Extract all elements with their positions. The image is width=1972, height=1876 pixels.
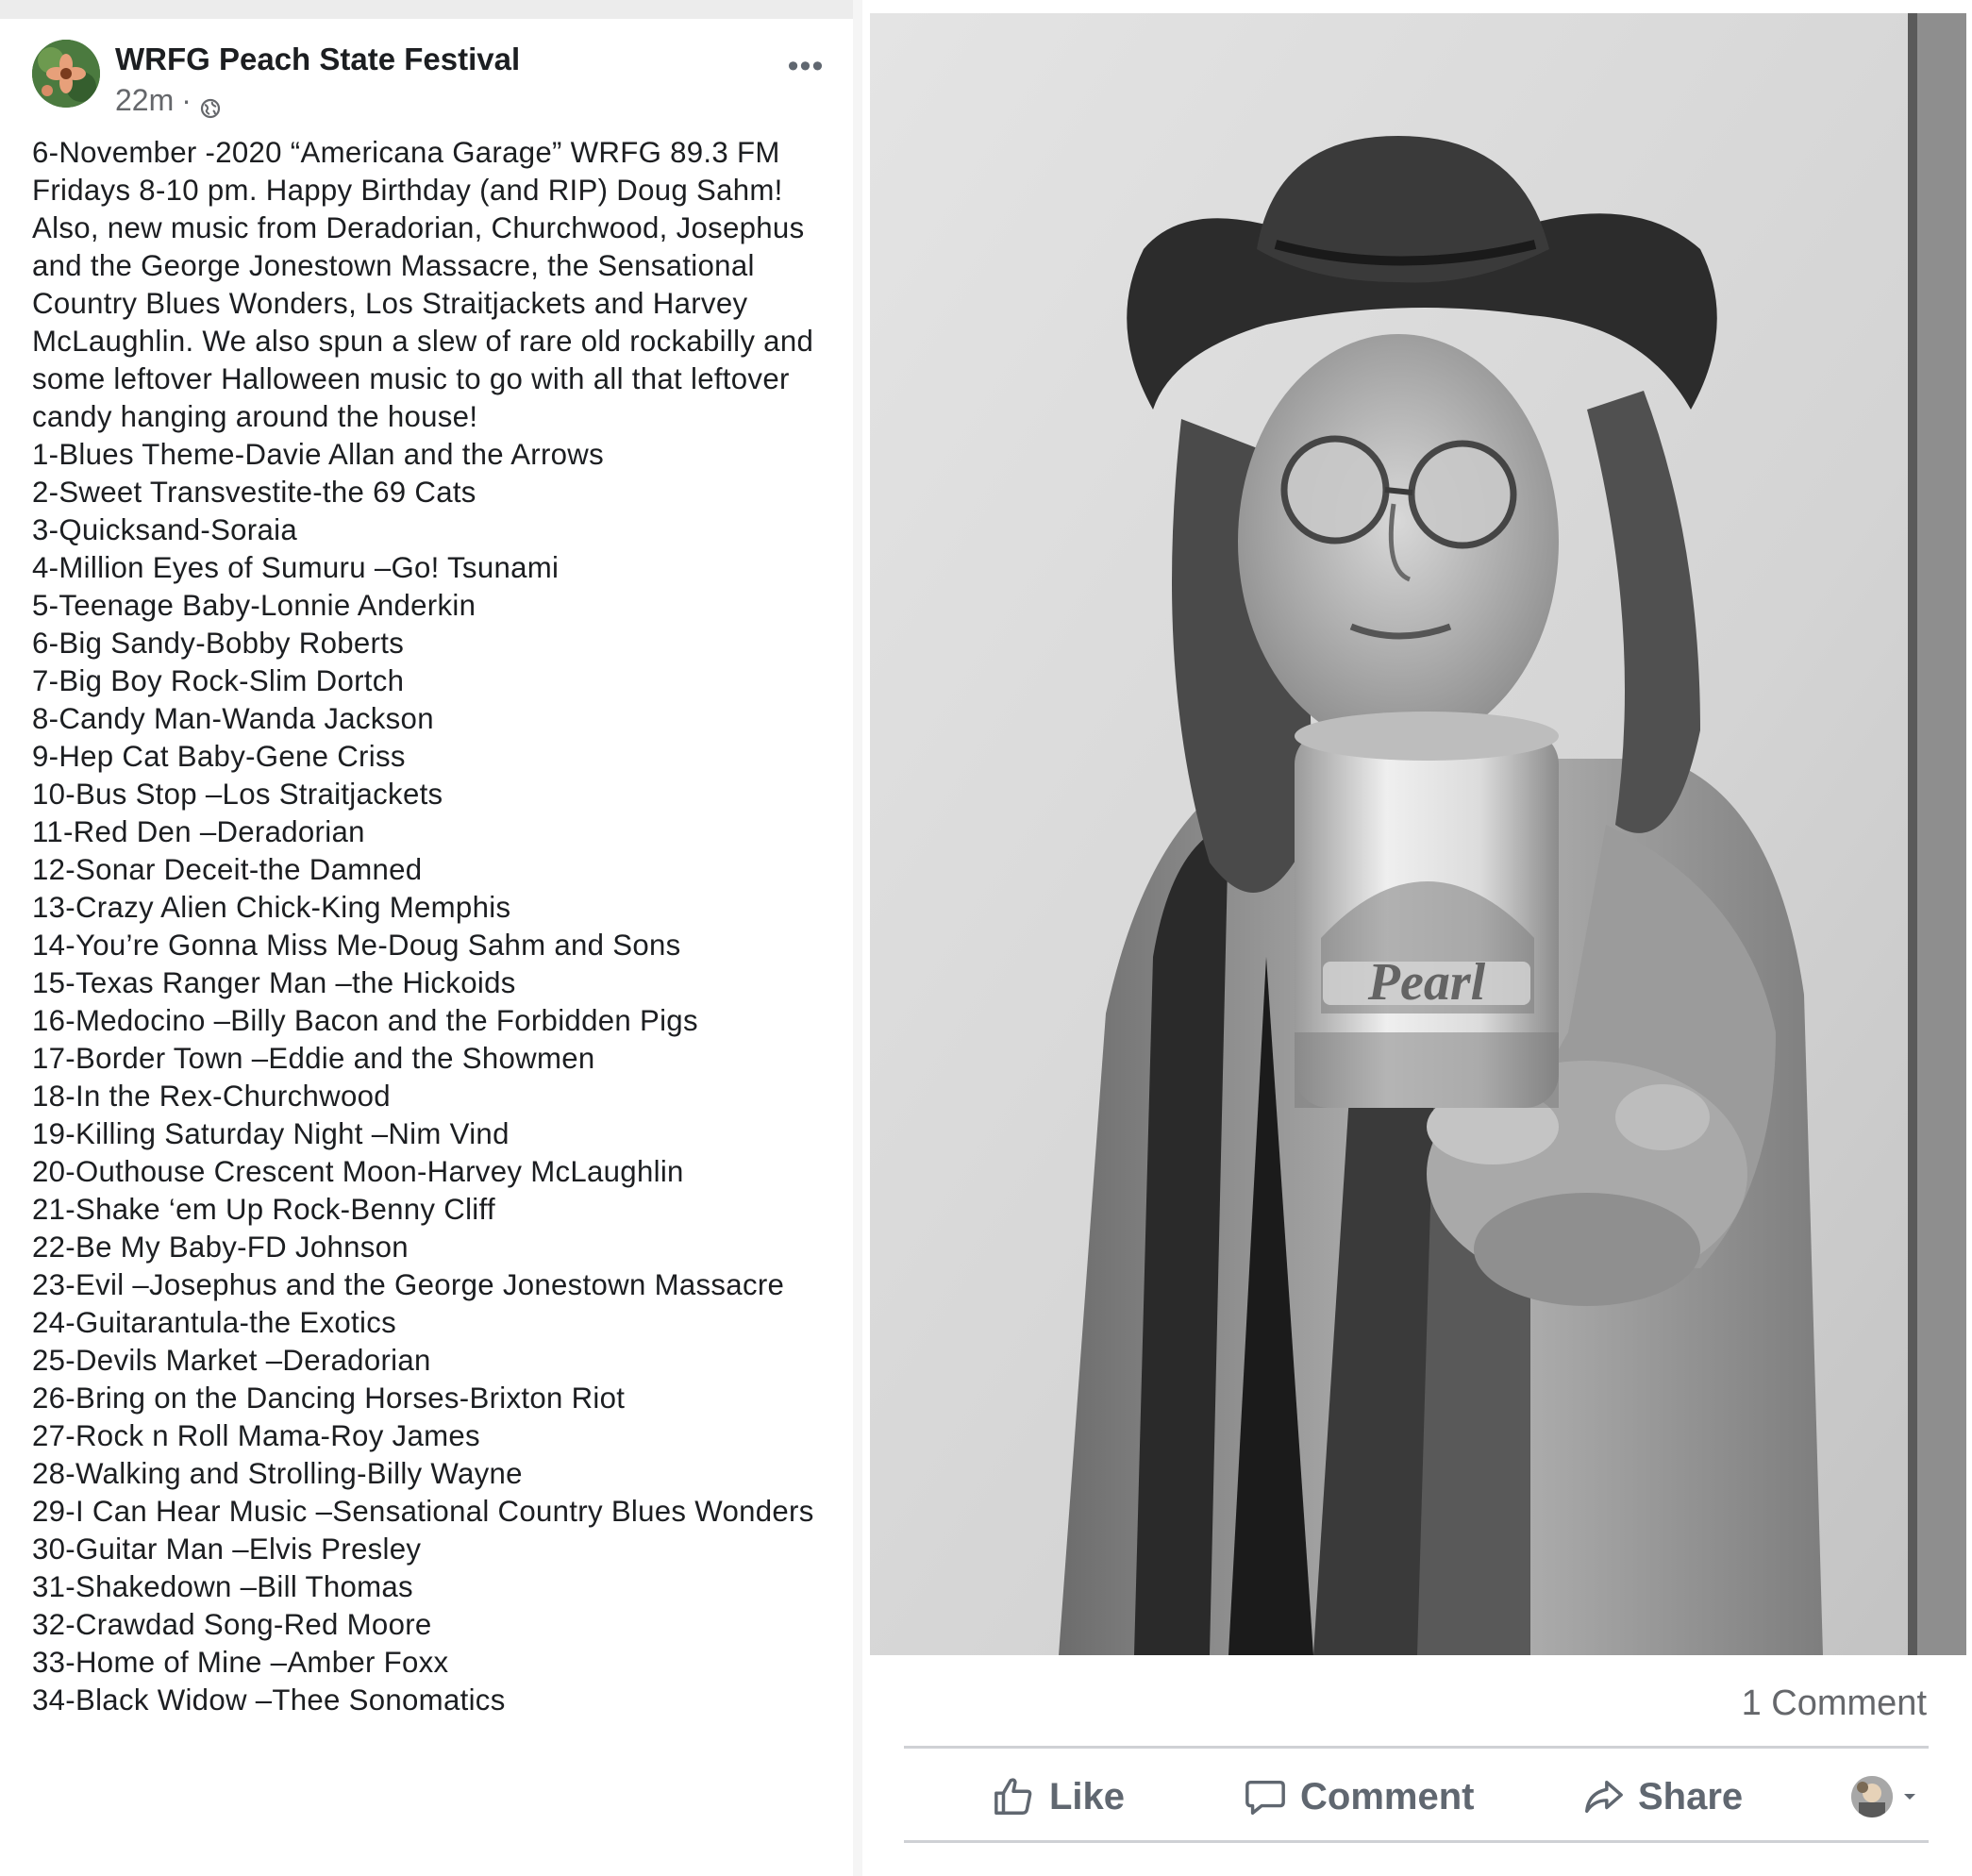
list-item: 3-Quicksand-Soraia — [32, 513, 298, 546]
beer-can-label: Pearl — [1367, 953, 1486, 1012]
list-item: 2-Sweet Transvestite-the 69 Cats — [32, 476, 476, 509]
speech-bubble-icon — [1245, 1780, 1285, 1815]
list-item: 5-Teenage Baby-Lonnie Anderkin — [32, 589, 476, 622]
list-item: 23-Evil –Josephus and the George Jonesto… — [32, 1268, 785, 1301]
list-item: 13-Crazy Alien Chick-King Memphis — [32, 891, 511, 924]
playlist: 1-Blues Theme-Davie Allan and the Arrows… — [32, 436, 844, 1719]
post-photo[interactable]: Pearl — [870, 13, 1966, 1655]
like-label: Like — [1049, 1775, 1126, 1817]
meta-separator: · — [181, 83, 192, 117]
post-meta: 22m · — [115, 83, 222, 118]
list-item: 8-Candy Man-Wanda Jackson — [32, 702, 434, 735]
list-item: 21-Shake ‘em Up Rock-Benny Cliff — [32, 1193, 495, 1226]
list-item: 29-I Can Hear Music –Sensational Country… — [32, 1495, 814, 1528]
comment-button[interactable]: Comment — [1244, 1775, 1474, 1818]
list-item: 19-Killing Saturday Night –Nim Vind — [32, 1117, 510, 1150]
share-label: Share — [1638, 1775, 1744, 1817]
divider-bottom — [904, 1840, 1929, 1843]
page-name-link[interactable]: WRFG Peach State Festival — [115, 42, 520, 77]
list-item: 11-Red Den –Deradorian — [32, 815, 365, 848]
list-item: 34-Black Widow –Thee Sonomatics — [32, 1683, 506, 1717]
share-arrow-icon — [1585, 1780, 1623, 1814]
list-item: 32-Crawdad Song-Red Moore — [32, 1608, 432, 1641]
more-options-button[interactable]: ••• — [779, 50, 832, 87]
list-item: 9-Hep Cat Baby-Gene Criss — [32, 740, 406, 773]
post-timestamp[interactable]: 22m — [115, 83, 174, 118]
comment-label: Comment — [1300, 1775, 1475, 1817]
like-button[interactable]: Like — [993, 1775, 1125, 1818]
globe-icon[interactable] — [199, 92, 222, 118]
chevron-down-icon — [1904, 1794, 1915, 1800]
list-item: 16-Medocino –Billy Bacon and the Forbidd… — [32, 1004, 698, 1037]
list-item: 27-Rock n Roll Mama-Roy James — [32, 1419, 480, 1452]
list-item: 4-Million Eyes of Sumuru –Go! Tsunami — [32, 551, 560, 584]
panel-separator — [853, 0, 862, 1876]
list-item: 1-Blues Theme-Davie Allan and the Arrows — [32, 438, 605, 471]
action-bar: Like Comment Share — [904, 1757, 1929, 1836]
top-border — [0, 0, 862, 19]
list-item: 20-Outhouse Crescent Moon-Harvey McLaugh… — [32, 1155, 684, 1188]
list-item: 17-Border Town –Eddie and the Showmen — [32, 1042, 595, 1075]
list-item: 7-Big Boy Rock-Slim Dortch — [32, 664, 405, 697]
list-item: 15-Texas Ranger Man –the Hickoids — [32, 966, 516, 999]
list-item: 30-Guitar Man –Elvis Presley — [32, 1533, 422, 1566]
react-as-selector[interactable] — [1851, 1776, 1919, 1817]
list-item: 14-You’re Gonna Miss Me-Doug Sahm and So… — [32, 929, 681, 962]
page-avatar[interactable] — [32, 40, 100, 108]
list-item: 26-Bring on the Dancing Horses-Brixton R… — [32, 1382, 626, 1415]
post-text: 6-November -2020 “Americana Garage” WRFG… — [32, 134, 844, 1719]
list-item: 10-Bus Stop –Los Straitjackets — [32, 778, 443, 811]
list-item: 6-Big Sandy-Bobby Roberts — [32, 627, 405, 660]
user-avatar — [1851, 1776, 1893, 1817]
divider-top — [904, 1746, 1929, 1749]
list-item: 33-Home of Mine –Amber Foxx — [32, 1646, 449, 1679]
post-intro: 6-November -2020 “Americana Garage” WRFG… — [32, 136, 814, 433]
share-button[interactable]: Share — [1581, 1775, 1743, 1818]
list-item: 18-In the Rex-Churchwood — [32, 1080, 391, 1113]
photo-panel: Pearl 1 Comment Like Comment Share — [866, 0, 1972, 1876]
post-text-panel: WRFG Peach State Festival 22m · ••• 6-No… — [0, 0, 862, 1876]
list-item: 12-Sonar Deceit-the Damned — [32, 853, 423, 886]
list-item: 25-Devils Market –Deradorian — [32, 1344, 431, 1377]
list-item: 28-Walking and Strolling-Billy Wayne — [32, 1457, 523, 1490]
thumbs-up-icon — [994, 1778, 1032, 1815]
list-item: 31-Shakedown –Bill Thomas — [32, 1570, 413, 1603]
list-item: 24-Guitarantula-the Exotics — [32, 1306, 397, 1339]
comment-count-link[interactable]: 1 Comment — [1742, 1683, 1927, 1724]
list-item: 22-Be My Baby-FD Johnson — [32, 1231, 409, 1264]
